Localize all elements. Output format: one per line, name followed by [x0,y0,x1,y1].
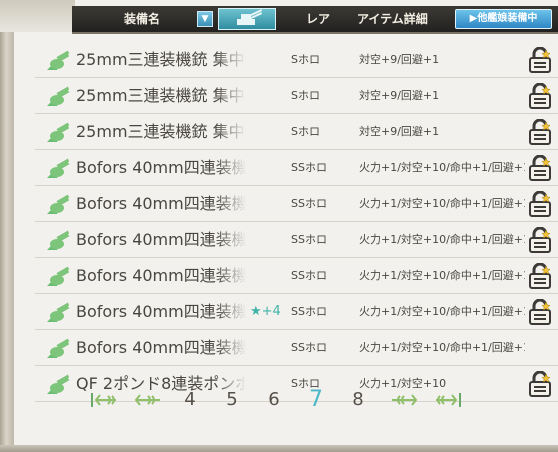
aa-gun-type-icon [47,338,70,358]
pagination: 4 5 6 7 8 [88,385,478,415]
equipment-rarity: SSホロ [291,269,327,282]
page-number-5[interactable]: 5 [222,385,242,415]
equipment-row[interactable]: 25mm三連装機銃 集中配備 Sホロ 対空+9/回避+1 [35,114,558,150]
equipment-list-header: 装備名 ▼ レア アイテム詳細 ▶他艦娘装備中 [72,6,558,34]
equipment-name: 25mm三連装機銃 集中配備 [76,50,246,69]
equipment-row[interactable]: Bofors 40mm四連装機関砲 SSホロ 火力+1/対空+10/命中+1/回避+… [35,258,558,294]
equipment-rarity: Sホロ [291,125,320,138]
equipment-rarity: SSホロ [291,161,327,174]
window-frame-corner [0,0,75,32]
lock-icon[interactable] [528,191,552,217]
aa-gun-type-icon [47,230,70,250]
lock-icon[interactable] [528,119,552,145]
page-number-8[interactable]: 8 [348,385,368,415]
aa-gun-type-icon [47,50,70,70]
window-frame-bottom [0,445,558,452]
page-number-6[interactable]: 6 [264,385,284,415]
aa-gun-silhouette-icon [237,9,263,25]
next-page-anchor-icon[interactable] [386,389,420,411]
improvement-level: ★+4 [250,304,281,319]
lock-icon[interactable] [528,299,552,325]
last-page-anchor-icon[interactable] [430,389,464,411]
equipment-rarity: SSホロ [291,197,327,210]
equipment-name: 25mm三連装機銃 集中配備 [76,122,246,141]
aa-gun-type-icon [47,374,70,394]
equipment-stats: 火力+1/対空+10/命中+1/回避+1 [359,269,525,282]
equipment-stats: 火力+1/対空+10/命中+1/回避+1 [359,341,525,354]
aa-gun-type-icon [47,194,70,214]
equipment-row[interactable]: Bofors 40mm四連装機関砲 SSホロ 火力+1/対空+10/命中+1/回避+… [35,150,558,186]
equipment-stats: 火力+1/対空+10/命中+1/回避+1 [359,233,525,246]
aa-gun-type-icon [47,302,70,322]
page-number-4[interactable]: 4 [180,385,200,415]
prev-page-anchor-icon[interactable] [132,389,166,411]
other-ship-equipped-toggle[interactable]: ▶他艦娘装備中 [455,9,552,29]
equipment-row[interactable]: Bofors 40mm四連装機関砲 SSホロ 火力+1/対空+10/命中+1/回避+… [35,222,558,258]
equipment-stats: 火力+1/対空+10/命中+1/回避+1 [359,197,525,210]
equipment-row[interactable]: 25mm三連装機銃 集中配備 Sホロ 対空+9/回避+1 [35,78,558,114]
equipment-rarity: Sホロ [291,53,320,66]
aa-gun-type-icon [47,158,70,178]
equipment-stats: 対空+9/回避+1 [359,53,440,66]
page-number-current[interactable]: 7 [306,385,326,415]
column-header-rarity: レア [306,12,331,26]
equipment-stats: 火力+1/対空+10/命中+1/回避+1 [359,305,525,318]
aa-gun-type-icon [47,86,70,106]
equipment-row[interactable]: Bofors 40mm四連装機関砲 SSホロ 火力+1/対空+10/命中+1/回避+… [35,330,558,366]
equipment-name: Bofors 40mm四連装機関砲 [76,158,246,177]
equipment-stats: 対空+9/回避+1 [359,89,440,102]
lock-icon[interactable] [528,47,552,73]
column-header-name: 装備名 [124,12,161,26]
lock-icon[interactable] [528,155,552,181]
window-frame-left [0,0,14,452]
equipment-row[interactable]: Bofors 40mm四連装機関砲 ★+4 SSホロ 火力+1/対空+10/命中+1/… [35,294,558,330]
sort-dropdown-button[interactable]: ▼ [197,11,213,27]
equipment-name: 25mm三連装機銃 集中配備 [76,86,246,105]
first-page-anchor-icon[interactable] [88,389,122,411]
equipment-name: Bofors 40mm四連装機関砲 [76,194,246,213]
equipment-type-filter-button[interactable] [218,8,276,30]
lock-icon[interactable] [528,371,552,397]
equipment-rarity: Sホロ [291,89,320,102]
equipment-row[interactable]: 25mm三連装機銃 集中配備 Sホロ 対空+9/回避+1 [35,42,558,78]
lock-icon[interactable] [528,227,552,253]
equipment-rarity: SSホロ [291,305,327,318]
lock-icon[interactable] [528,83,552,109]
aa-gun-type-icon [47,266,70,286]
aa-gun-type-icon [47,122,70,142]
equipment-rarity: SSホロ [291,233,327,246]
column-header-detail: アイテム詳細 [357,12,428,26]
equipment-stats: 火力+1/対空+10/命中+1/回避+1 [359,161,525,174]
equipment-name: Bofors 40mm四連装機関砲 [76,230,246,249]
equipment-rarity: SSホロ [291,341,327,354]
triangle-down-icon: ▼ [201,14,209,24]
lock-icon[interactable] [528,263,552,289]
equipment-row[interactable]: Bofors 40mm四連装機関砲 SSホロ 火力+1/対空+10/命中+1/回避+… [35,186,558,222]
equipment-stats: 対空+9/回避+1 [359,125,440,138]
equipment-name: Bofors 40mm四連装機関砲 [76,266,246,285]
equipment-name: Bofors 40mm四連装機関砲 [76,302,246,321]
equipment-name: Bofors 40mm四連装機関砲 [76,338,246,357]
